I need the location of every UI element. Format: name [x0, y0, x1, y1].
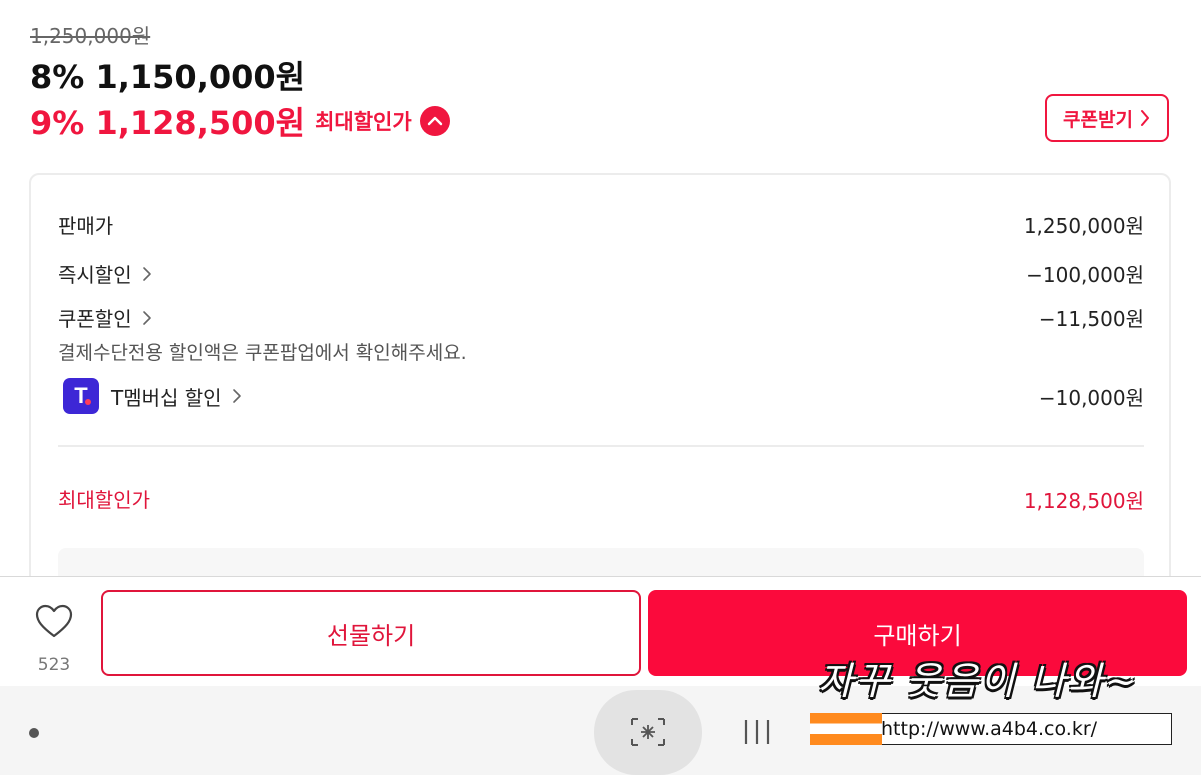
chevron-right-icon [142, 266, 151, 281]
max-discount-row[interactable]: 9% 1,128,500원 최대할인가 [30, 98, 450, 144]
row-list-price-label: 판매가 [58, 210, 113, 239]
payment-discount-note: 결제수단전용 할인액은 쿠폰팝업에서 확인해주세요. [58, 342, 467, 364]
instant-discount-value: −100,000원 [1026, 263, 1144, 287]
max-discount-price: 9% 1,128,500원 [30, 104, 306, 142]
t-membership-label: T멤버십 할인 [111, 385, 222, 410]
chevron-right-icon [232, 389, 241, 403]
chevron-right-icon [142, 310, 151, 325]
buy-button-label: 구매하기 [873, 621, 962, 650]
row-list-price-value: 1,250,000원 [1023, 214, 1144, 238]
coupon-discount-link[interactable]: 쿠폰할인 [58, 303, 152, 332]
gift-button-label: 선물하기 [326, 621, 416, 650]
coupon-discount-label: 쿠폰할인 [58, 307, 132, 331]
total-label-text: 최대할인가 [58, 488, 150, 512]
recent-apps-icon[interactable] [740, 716, 774, 748]
t-membership-value: −10,000원 [1038, 386, 1144, 410]
gift-button[interactable]: 선물하기 [101, 590, 641, 676]
original-price: 1,250,000원 [30, 24, 151, 48]
coupon-discount-value: −11,500원 [1038, 307, 1144, 331]
t-membership-discount-link[interactable]: T T멤버십 할인 [63, 378, 242, 414]
max-discount-label: 최대할인가 [315, 110, 412, 134]
chevron-up-icon[interactable] [419, 106, 450, 136]
coupon-button[interactable]: 쿠폰받기 [1045, 94, 1169, 142]
coupon-button-label: 쿠폰받기 [1063, 108, 1133, 131]
home-icon[interactable] [628, 715, 668, 749]
list-price-label: 판매가 [58, 214, 114, 238]
instant-discount-label: 즉시할인 [58, 263, 132, 287]
like-count: 523 [37, 655, 71, 675]
instant-discount-link[interactable]: 즉시할인 [58, 259, 152, 288]
total-label: 최대할인가 [58, 484, 150, 513]
nav-indicator-dot [29, 728, 39, 738]
chevron-right-icon [1140, 110, 1149, 126]
t-membership-logo: T [63, 378, 99, 414]
watermark-text: 자꾸 웃음이 나와~ [818, 659, 1139, 703]
sale-price: 8% 1,150,000원 [30, 58, 306, 96]
watermark-url-stripe [810, 713, 882, 745]
divider [58, 445, 1144, 447]
total-value: 1,128,500원 [1023, 489, 1144, 513]
heart-icon[interactable] [34, 602, 74, 642]
